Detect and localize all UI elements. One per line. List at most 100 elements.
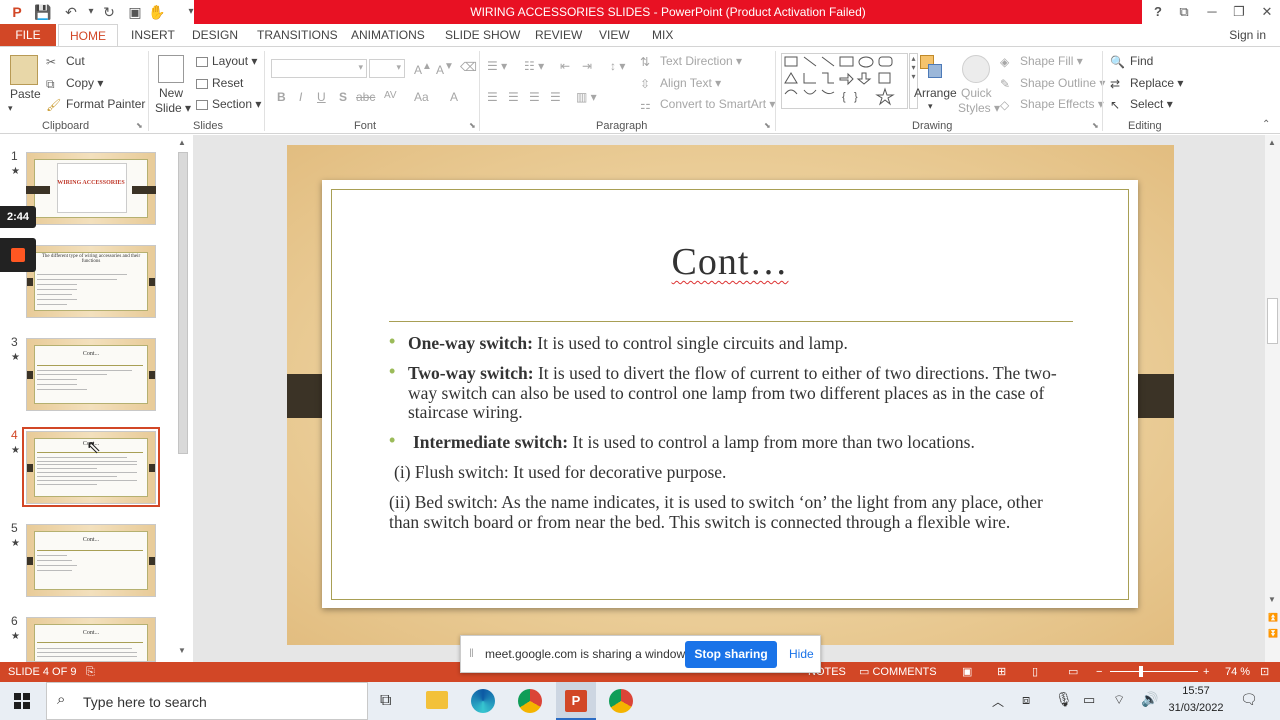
bed-switch-paragraph[interactable]: (ii) Bed switch: As the name indicates, … — [389, 492, 1074, 532]
start-from-beginning-icon[interactable]: ▣ — [126, 3, 144, 21]
comments-button[interactable]: ▭ COMMENTS — [859, 662, 937, 682]
undo-icon[interactable]: ↶ — [62, 3, 80, 21]
volume-icon[interactable]: 🔊 — [1141, 691, 1158, 708]
clock-date[interactable]: 31/03/2022 — [1166, 702, 1226, 714]
fit-to-window-icon[interactable]: ⊡ — [1260, 662, 1269, 682]
stop-sharing-button[interactable]: Stop sharing — [685, 641, 777, 668]
character-spacing-button[interactable]: AV — [384, 90, 397, 101]
bullets-icon[interactable]: ☰ ▾ — [487, 59, 507, 73]
bullet-intermediate-switch[interactable]: Intermediate switch: It is used to contr… — [413, 432, 1083, 453]
paste-icon[interactable] — [10, 55, 38, 85]
slide-scrollbar[interactable]: ▲ ▼ ⏫ ⏬ — [1265, 135, 1280, 662]
arrange-button[interactable]: Arrange — [914, 86, 957, 100]
drag-handle-icon[interactable]: ‖ — [469, 646, 474, 660]
slide-thumbnail-3[interactable]: Cont... — [26, 338, 156, 411]
align-center-icon[interactable]: ☰ — [508, 90, 519, 104]
font-color-button[interactable]: A — [450, 90, 458, 104]
bullet-two-way-switch[interactable]: Two-way switch: It is used to divert the… — [408, 363, 1078, 423]
show-hidden-icons-icon[interactable]: ︿ — [992, 693, 1004, 710]
shape-fill-button[interactable]: ◈ Shape Fill ▾ — [1000, 54, 1083, 69]
meet-icon[interactable]: ⧈ — [1022, 692, 1030, 708]
thumbnail-pane-scrollbar[interactable]: ▲ ▼ — [176, 136, 190, 659]
drawing-launcher-icon[interactable]: ⬊ — [1092, 121, 1099, 130]
justify-icon[interactable]: ☰ — [550, 90, 561, 104]
clock-time[interactable]: 15:57 — [1170, 685, 1222, 697]
shrink-font-icon[interactable]: A▼ — [436, 61, 454, 77]
file-explorer-icon[interactable] — [426, 691, 448, 709]
zoom-in-button[interactable]: + — [1203, 662, 1209, 682]
columns-icon[interactable]: ▥ ▾ — [576, 90, 597, 104]
paragraph-launcher-icon[interactable]: ⬊ — [764, 121, 771, 130]
slide-show-icon[interactable]: ▭ — [1068, 662, 1078, 682]
windows-start-icon[interactable] — [14, 693, 30, 709]
quick-styles-button[interactable]: Styles ▾ — [958, 101, 1000, 115]
italic-button[interactable]: I — [299, 90, 302, 104]
collapse-ribbon-icon[interactable]: ⌃ — [1262, 119, 1270, 130]
decrease-indent-icon[interactable]: ⇤ — [560, 59, 570, 73]
redo-icon[interactable]: ↻ — [100, 3, 118, 21]
layout-button[interactable]: Layout ▾ — [196, 54, 257, 68]
replace-button[interactable]: ⇄ Replace ▾ — [1110, 76, 1183, 91]
undo-dropdown-icon[interactable]: ▾ — [82, 3, 100, 21]
slide-title[interactable]: Cont… — [331, 240, 1129, 284]
tab-mix[interactable]: MIX — [652, 24, 673, 46]
sign-in-link[interactable]: Sign in — [1229, 24, 1266, 46]
format-painter-button[interactable]: 🖌 Format Painter — [46, 97, 145, 112]
new-slide-button[interactable]: Slide ▾ — [155, 101, 191, 115]
edge-icon[interactable] — [471, 689, 495, 713]
notifications-icon[interactable]: 🗨 — [1240, 691, 1258, 708]
save-icon[interactable]: 💾 — [34, 3, 52, 21]
next-slide-icon[interactable]: ⏬ — [1268, 629, 1278, 638]
bold-button[interactable]: B — [277, 90, 286, 104]
zoom-level[interactable]: 74 % — [1225, 662, 1250, 682]
slide-thumbnail-1[interactable]: WIRING ACCESSORIES — [26, 152, 156, 225]
spell-check-icon[interactable]: ⎘ — [86, 662, 95, 682]
font-launcher-icon[interactable]: ⬊ — [469, 121, 476, 130]
normal-view-icon[interactable]: ▣ — [962, 662, 972, 682]
align-left-icon[interactable]: ☰ — [487, 90, 498, 104]
copy-button[interactable]: ⧉ Copy ▾ — [46, 76, 103, 91]
close-button[interactable]: ✕ — [1256, 2, 1278, 22]
tab-file[interactable]: FILE — [0, 24, 56, 46]
tab-animations[interactable]: ANIMATIONS — [351, 24, 425, 46]
shapes-gallery[interactable]: {} — [781, 53, 908, 109]
slide-thumbnail-2[interactable]: The different type of wiring accessories… — [26, 245, 156, 318]
increase-indent-icon[interactable]: ⇥ — [582, 59, 592, 73]
change-case-button[interactable]: Aa — [414, 90, 429, 104]
arrange-icon[interactable] — [920, 55, 944, 81]
taskbar-search-box[interactable]: ⌕ Type here to search — [46, 682, 368, 720]
hide-button[interactable]: Hide — [789, 647, 814, 661]
powerpoint-taskbar-button[interactable]: P — [556, 682, 596, 720]
select-button[interactable]: ↖ Select ▾ — [1110, 97, 1173, 112]
zoom-slider-thumb[interactable] — [1139, 666, 1143, 677]
chrome-icon-2[interactable] — [609, 689, 633, 713]
tab-review[interactable]: REVIEW — [535, 24, 582, 46]
underline-button[interactable]: U — [317, 90, 326, 104]
previous-slide-icon[interactable]: ⏫ — [1268, 613, 1278, 622]
chrome-icon[interactable] — [518, 689, 542, 713]
stop-recording-button[interactable] — [0, 238, 36, 272]
shape-effects-button[interactable]: ◇ Shape Effects ▾ — [1000, 97, 1104, 112]
task-view-icon[interactable]: ⧉ — [380, 692, 391, 710]
wifi-icon[interactable]: ⌔ — [1113, 692, 1125, 708]
thumbnail-scroll-thumb[interactable] — [178, 152, 188, 454]
minimize-button[interactable]: ─ — [1201, 2, 1223, 22]
slide-thumbnail-5[interactable]: Cont... — [26, 524, 156, 597]
touch-mode-icon[interactable]: ✋ — [148, 3, 166, 21]
font-name-combo[interactable]: ▾ — [271, 59, 367, 78]
tab-transitions[interactable]: TRANSITIONS — [257, 24, 338, 46]
align-right-icon[interactable]: ☰ — [529, 90, 540, 104]
help-button[interactable]: ? — [1147, 2, 1169, 22]
grow-font-icon[interactable]: A▲ — [414, 61, 432, 77]
text-shadow-button[interactable]: S — [339, 90, 347, 104]
new-slide-icon[interactable] — [158, 55, 184, 83]
section-button[interactable]: Section ▾ — [196, 97, 261, 111]
tab-view[interactable]: VIEW — [599, 24, 630, 46]
flush-switch-line[interactable]: (i) Flush switch: It used for decorative… — [394, 462, 1074, 483]
tab-slide-show[interactable]: SLIDE SHOW — [445, 24, 520, 46]
bullet-one-way-switch[interactable]: One-way switch: It is used to control si… — [408, 333, 1078, 354]
slide-scroll-thumb[interactable] — [1267, 298, 1278, 344]
ribbon-display-options-icon[interactable]: ⧉ — [1173, 2, 1195, 22]
microphone-icon[interactable]: 🎙 — [1055, 691, 1073, 708]
shape-outline-button[interactable]: ✎ Shape Outline ▾ — [1000, 76, 1105, 91]
